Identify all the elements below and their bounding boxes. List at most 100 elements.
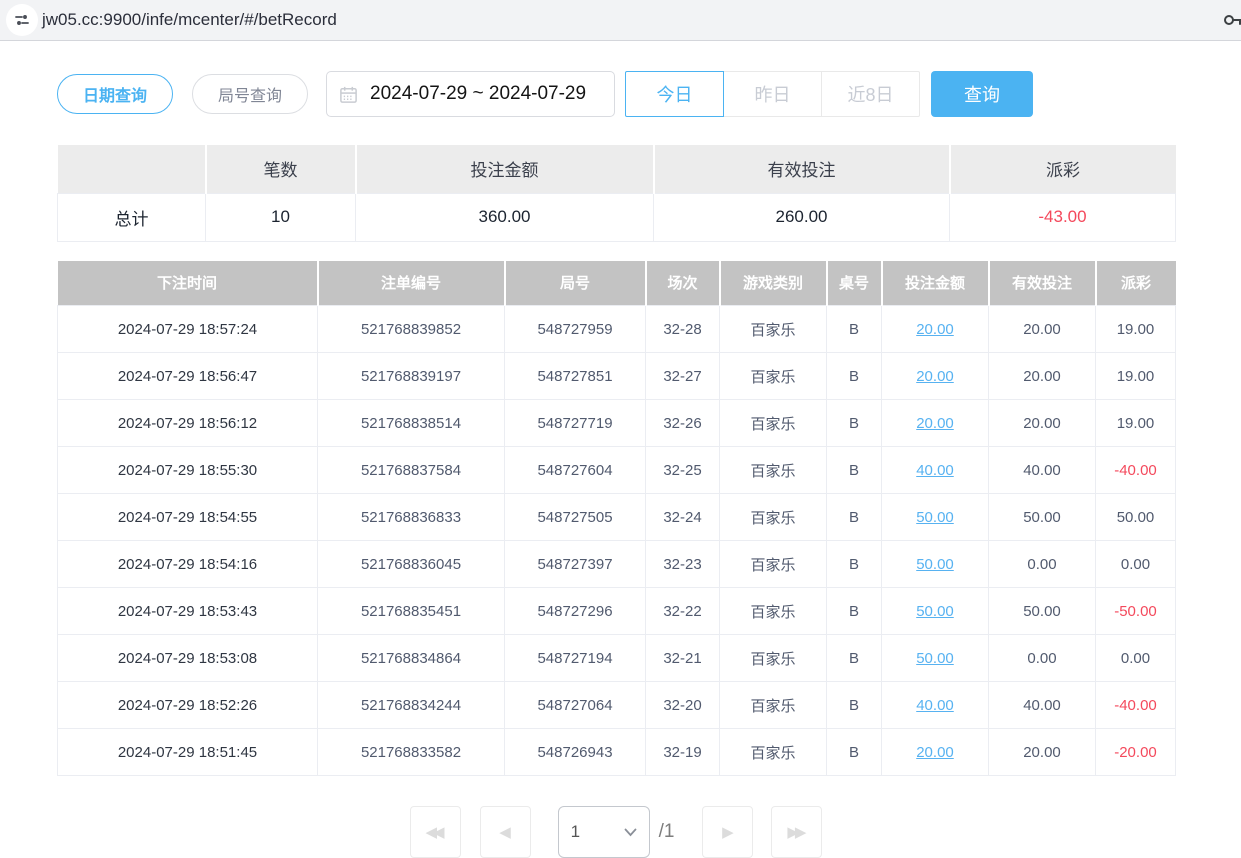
bet-table-body: 2024-07-29 18:57:24521768839852548727959… — [58, 306, 1176, 776]
bet-amount-link[interactable]: 20.00 — [916, 321, 954, 338]
page-select[interactable]: 1 — [558, 806, 650, 858]
table-row: 2024-07-29 18:57:24521768839852548727959… — [58, 306, 1176, 353]
valid-bet-cell: 40.00 — [989, 682, 1096, 729]
search-button[interactable]: 查询 — [931, 71, 1033, 117]
bet-amount-link[interactable]: 20.00 — [916, 368, 954, 385]
summary-header-count: 笔数 — [206, 145, 356, 193]
summary-total-label: 总计 — [58, 193, 206, 241]
pagination: ◀◀ ◀ 1 /1 ▶ ▶▶ — [57, 806, 1175, 858]
session-cell: 32-20 — [646, 682, 720, 729]
bet-record-table: 下注时间 注单编号 局号 场次 游戏类别 桌号 投注金额 有效投注 派彩 202… — [57, 261, 1176, 777]
bet-amount-cell: 40.00 — [882, 447, 989, 494]
round-id-cell: 548727719 — [505, 400, 646, 447]
quick-range-yesterday[interactable]: 昨日 — [723, 71, 822, 117]
round-id-cell: 548727959 — [505, 306, 646, 353]
valid-bet-cell: 0.00 — [989, 541, 1096, 588]
bet-amount-link[interactable]: 20.00 — [916, 415, 954, 432]
col-bet-amount: 投注金额 — [882, 261, 989, 306]
session-cell: 32-25 — [646, 447, 720, 494]
table-row: 2024-07-29 18:53:08521768834864548727194… — [58, 635, 1176, 682]
round-query-tab[interactable]: 局号查询 — [192, 74, 308, 114]
game-type-cell: 百家乐 — [720, 306, 827, 353]
bet-amount-cell: 50.00 — [882, 494, 989, 541]
bet-amount-link[interactable]: 50.00 — [916, 556, 954, 573]
site-controls-icon[interactable] — [6, 4, 38, 36]
bet-amount-link[interactable]: 20.00 — [916, 744, 954, 761]
session-cell: 32-23 — [646, 541, 720, 588]
round-id-cell: 548726943 — [505, 729, 646, 776]
bet-time-cell: 2024-07-29 18:57:24 — [58, 306, 318, 353]
date-range-input[interactable]: 2024-07-29 ~ 2024-07-29 — [326, 71, 615, 117]
bet-time-cell: 2024-07-29 18:53:43 — [58, 588, 318, 635]
valid-bet-cell: 20.00 — [989, 729, 1096, 776]
valid-bet-cell: 50.00 — [989, 588, 1096, 635]
bet-amount-link[interactable]: 40.00 — [916, 697, 954, 714]
page-select-value: 1 — [571, 822, 580, 842]
game-type-cell: 百家乐 — [720, 494, 827, 541]
valid-bet-cell: 0.00 — [989, 635, 1096, 682]
bet-amount-cell: 50.00 — [882, 541, 989, 588]
payout-cell: 50.00 — [1096, 494, 1176, 541]
game-type-cell: 百家乐 — [720, 541, 827, 588]
bet-id-cell: 521768838514 — [318, 400, 505, 447]
table-code-cell: B — [827, 353, 882, 400]
table-row: 2024-07-29 18:56:12521768838514548727719… — [58, 400, 1176, 447]
payout-cell: 19.00 — [1096, 306, 1176, 353]
key-icon[interactable] — [1222, 9, 1241, 31]
bet-table-header-row: 下注时间 注单编号 局号 场次 游戏类别 桌号 投注金额 有效投注 派彩 — [58, 261, 1176, 306]
date-range-value: 2024-07-29 ~ 2024-07-29 — [370, 83, 586, 105]
table-code-cell: B — [827, 541, 882, 588]
next-page-button[interactable]: ▶ — [702, 806, 753, 858]
chevron-down-icon — [624, 828, 637, 837]
tune-icon — [13, 11, 31, 29]
bet-amount-link[interactable]: 50.00 — [916, 509, 954, 526]
bet-amount-link[interactable]: 50.00 — [916, 650, 954, 667]
session-cell: 32-21 — [646, 635, 720, 682]
bet-time-cell: 2024-07-29 18:54:16 — [58, 541, 318, 588]
game-type-cell: 百家乐 — [720, 353, 827, 400]
session-cell: 32-22 — [646, 588, 720, 635]
payout-cell: -20.00 — [1096, 729, 1176, 776]
bet-amount-link[interactable]: 50.00 — [916, 603, 954, 620]
date-query-tab[interactable]: 日期查询 — [57, 74, 173, 114]
table-code-cell: B — [827, 447, 882, 494]
round-id-cell: 548727064 — [505, 682, 646, 729]
table-row: 2024-07-29 18:52:26521768834244548727064… — [58, 682, 1176, 729]
bet-amount-link[interactable]: 40.00 — [916, 462, 954, 479]
bet-time-cell: 2024-07-29 18:56:47 — [58, 353, 318, 400]
summary-header-blank — [58, 145, 206, 193]
right-arrow-icon: ▶ — [722, 823, 734, 841]
bet-amount-cell: 20.00 — [882, 353, 989, 400]
col-round-id: 局号 — [505, 261, 646, 306]
bet-id-cell: 521768836833 — [318, 494, 505, 541]
browser-address-bar: jw05.cc:9900/infe/mcenter/#/betRecord — [0, 0, 1241, 41]
bet-amount-cell: 20.00 — [882, 306, 989, 353]
summary-header-valid-bet: 有效投注 — [654, 145, 950, 193]
payout-cell: 19.00 — [1096, 400, 1176, 447]
game-type-cell: 百家乐 — [720, 635, 827, 682]
bet-id-cell: 521768834864 — [318, 635, 505, 682]
session-cell: 32-24 — [646, 494, 720, 541]
table-code-cell: B — [827, 494, 882, 541]
col-bet-id: 注单编号 — [318, 261, 505, 306]
table-row: 2024-07-29 18:51:45521768833582548726943… — [58, 729, 1176, 776]
session-cell: 32-19 — [646, 729, 720, 776]
quick-range-today[interactable]: 今日 — [625, 71, 724, 117]
bet-record-page: 日期查询 局号查询 2024-07-29 ~ 2024-07-29 今日 昨日 … — [0, 71, 1175, 858]
quick-range-last8days[interactable]: 近8日 — [821, 71, 920, 117]
prev-page-button[interactable]: ◀ — [480, 806, 531, 858]
last-page-button[interactable]: ▶▶ — [771, 806, 822, 858]
round-id-cell: 548727505 — [505, 494, 646, 541]
quick-range-group: 今日 昨日 近8日 — [625, 71, 920, 117]
first-page-button[interactable]: ◀◀ — [410, 806, 461, 858]
bet-id-cell: 521768839197 — [318, 353, 505, 400]
col-bet-time: 下注时间 — [58, 261, 318, 306]
url-text[interactable]: jw05.cc:9900/infe/mcenter/#/betRecord — [42, 10, 337, 30]
bet-amount-cell: 20.00 — [882, 729, 989, 776]
summary-payout-value: -43.00 — [950, 193, 1176, 241]
table-row: 2024-07-29 18:56:47521768839197548727851… — [58, 353, 1176, 400]
table-code-cell: B — [827, 588, 882, 635]
payout-cell: -50.00 — [1096, 588, 1176, 635]
bet-time-cell: 2024-07-29 18:52:26 — [58, 682, 318, 729]
bet-id-cell: 521768839852 — [318, 306, 505, 353]
